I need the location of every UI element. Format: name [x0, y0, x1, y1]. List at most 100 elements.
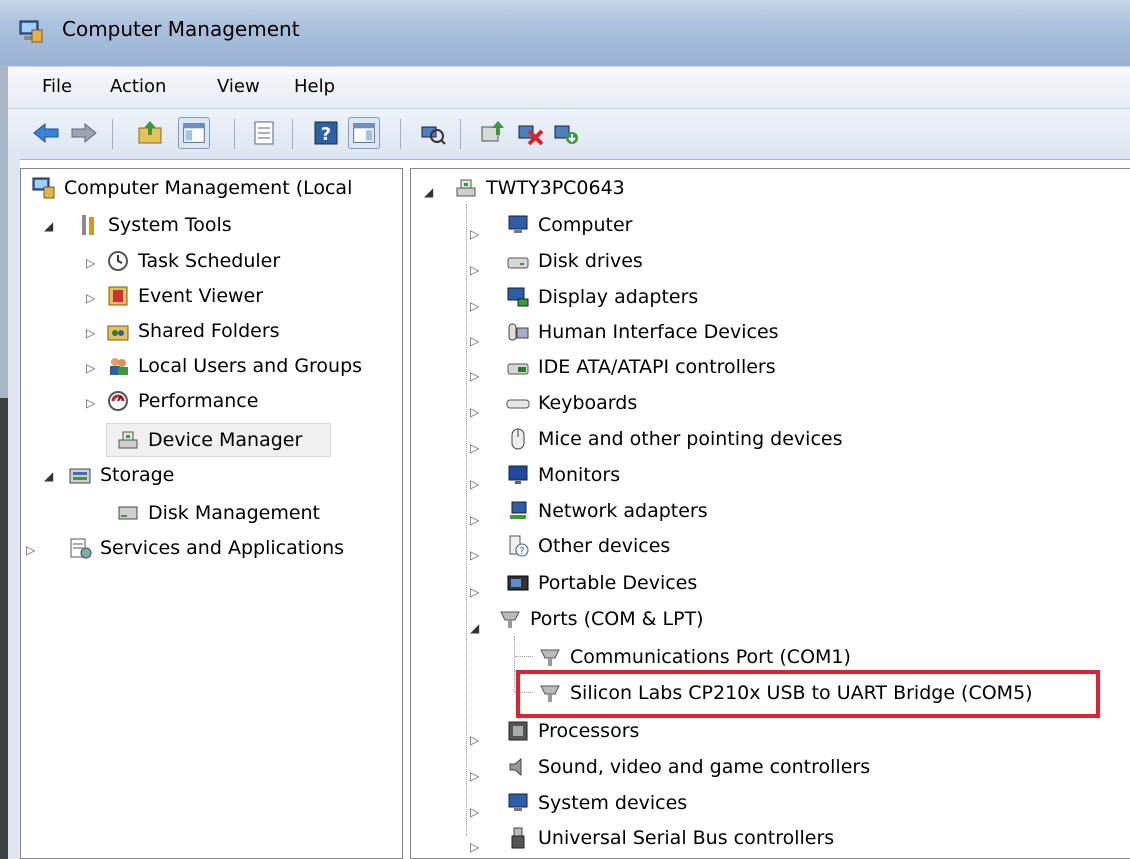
up-folder-icon[interactable]: [134, 117, 166, 149]
tree-node-task-scheduler[interactable]: Task Scheduler: [106, 244, 280, 278]
expand-arrow-icon[interactable]: ▷: [26, 543, 35, 557]
back-arrow-icon[interactable]: [30, 117, 62, 149]
menu-help[interactable]: Help: [294, 76, 335, 97]
tree-node-computer-name[interactable]: TWTY3PC0643: [454, 171, 625, 205]
device-category-system[interactable]: System devices: [506, 786, 687, 820]
computer-management-icon: [32, 177, 55, 199]
expand-arrow-icon[interactable]: ▷: [470, 227, 479, 241]
tree-node-local-users[interactable]: Local Users and Groups: [106, 349, 362, 383]
menu-file[interactable]: File: [42, 76, 72, 97]
enable-device-icon[interactable]: [550, 117, 582, 149]
forward-arrow-icon[interactable]: [68, 117, 100, 149]
toolbar-separator: [400, 119, 401, 149]
expand-arrow-icon[interactable]: ▷: [470, 334, 479, 348]
monitor-icon: [508, 465, 528, 484]
device-category-computer[interactable]: Computer: [506, 208, 632, 242]
device-category-keyboards[interactable]: Keyboards: [506, 386, 637, 420]
menu-view[interactable]: View: [217, 76, 260, 97]
device-category-ports[interactable]: Ports (COM & LPT): [498, 602, 704, 636]
device-category-display-adapters[interactable]: Display adapters: [506, 280, 698, 314]
tree-label: Device Manager: [148, 429, 303, 451]
tree-label: Portable Devices: [538, 572, 698, 594]
device-category-usb[interactable]: Universal Serial Bus controllers: [506, 821, 834, 855]
expand-arrow-icon[interactable]: ▷: [86, 396, 95, 410]
expand-arrow-icon[interactable]: ▷: [470, 441, 479, 455]
speaker-icon: [509, 757, 522, 777]
title-bar[interactable]: Computer Management: [0, 0, 1130, 66]
expand-arrow-icon[interactable]: ▷: [86, 291, 95, 305]
expand-arrow-icon[interactable]: ▷: [470, 769, 479, 783]
display-adapter-icon: [507, 287, 529, 307]
expand-arrow-icon[interactable]: ▷: [470, 513, 479, 527]
port-communications-com1[interactable]: Communications Port (COM1): [538, 640, 851, 674]
menu-action[interactable]: Action: [110, 76, 166, 97]
device-category-mice[interactable]: Mice and other pointing devices: [506, 422, 842, 456]
keyboard-icon: [506, 399, 530, 409]
device-category-other[interactable]: ? Other devices: [506, 529, 670, 563]
show-action-pane-icon[interactable]: [348, 117, 380, 149]
system-devices-icon: [508, 793, 528, 811]
expand-arrow-icon[interactable]: ▷: [470, 548, 479, 562]
device-category-portable[interactable]: Portable Devices: [506, 566, 697, 600]
properties-icon[interactable]: [248, 117, 280, 149]
tree-node-disk-management[interactable]: Disk Management: [116, 496, 320, 530]
usb-icon: [511, 827, 525, 849]
expand-arrow-icon[interactable]: ▷: [86, 326, 95, 340]
toolbar: ?: [8, 108, 1130, 160]
storage-icon: [69, 468, 91, 484]
tree-connector-line: [515, 656, 533, 657]
portable-device-icon: [507, 575, 529, 591]
tree-node-device-manager-item[interactable]: Device Manager: [116, 423, 302, 457]
collapse-arrow-icon[interactable]: ◢: [44, 469, 53, 483]
help-icon[interactable]: ?: [310, 117, 342, 149]
device-category-hid[interactable]: Human Interface Devices: [506, 315, 779, 349]
expand-arrow-icon[interactable]: ▷: [470, 299, 479, 313]
tree-label: Disk drives: [538, 250, 643, 272]
device-category-sound[interactable]: Sound, video and game controllers: [506, 750, 870, 784]
performance-icon: [108, 391, 128, 411]
scan-hardware-changes-icon[interactable]: [416, 117, 448, 149]
window-title: Computer Management: [62, 17, 300, 41]
clock-icon: [108, 251, 128, 271]
collapse-arrow-icon[interactable]: ◢: [424, 185, 433, 199]
computer-icon: [508, 215, 528, 233]
expand-arrow-icon[interactable]: ▷: [470, 477, 479, 491]
tree-node-storage[interactable]: Storage: [68, 458, 174, 492]
device-category-network[interactable]: Network adapters: [506, 494, 708, 528]
collapse-arrow-icon[interactable]: ◢: [44, 219, 53, 233]
uninstall-device-icon[interactable]: [514, 117, 546, 149]
update-driver-icon[interactable]: [476, 117, 508, 149]
ide-controller-icon: [507, 363, 529, 375]
tree-label: Mice and other pointing devices: [538, 428, 843, 450]
tree-label: Shared Folders: [138, 320, 280, 342]
tree-node-event-viewer[interactable]: Event Viewer: [106, 279, 263, 313]
show-console-tree-icon[interactable]: [178, 117, 210, 149]
tree-connector-line: [466, 204, 467, 836]
device-category-disk-drives[interactable]: Disk drives: [506, 244, 643, 278]
collapse-arrow-icon[interactable]: ◢: [470, 621, 479, 635]
expand-arrow-icon[interactable]: ▷: [470, 369, 479, 383]
tree-node-computer-management[interactable]: Computer Management (Local: [32, 171, 352, 205]
tree-node-performance[interactable]: Performance: [106, 384, 258, 418]
tree-label: Sound, video and game controllers: [538, 756, 871, 778]
expand-arrow-icon[interactable]: ▷: [470, 405, 479, 419]
tree-node-system-tools[interactable]: System Tools: [76, 208, 232, 242]
expand-arrow-icon[interactable]: ▷: [470, 263, 479, 277]
tree-label: Human Interface Devices: [538, 321, 779, 343]
tree-label: Storage: [100, 464, 175, 486]
expand-arrow-icon[interactable]: ▷: [470, 585, 479, 599]
expand-arrow-icon[interactable]: ▷: [470, 805, 479, 819]
expand-arrow-icon[interactable]: ▷: [470, 840, 479, 854]
tree-connector-line: [514, 636, 515, 692]
tree-node-services[interactable]: Services and Applications: [68, 531, 344, 565]
port-icon: [540, 649, 560, 666]
expand-arrow-icon[interactable]: ▷: [86, 256, 95, 270]
expand-arrow-icon[interactable]: ▷: [86, 361, 95, 375]
tree-label: Communications Port (COM1): [570, 646, 851, 668]
device-category-ide[interactable]: IDE ATA/ATAPI controllers: [506, 350, 776, 384]
device-manager-icon: [118, 431, 138, 449]
device-category-processors[interactable]: Processors: [506, 714, 639, 748]
tree-node-shared-folders[interactable]: Shared Folders: [106, 314, 280, 348]
expand-arrow-icon[interactable]: ▷: [470, 733, 479, 747]
device-category-monitors[interactable]: Monitors: [506, 458, 620, 492]
